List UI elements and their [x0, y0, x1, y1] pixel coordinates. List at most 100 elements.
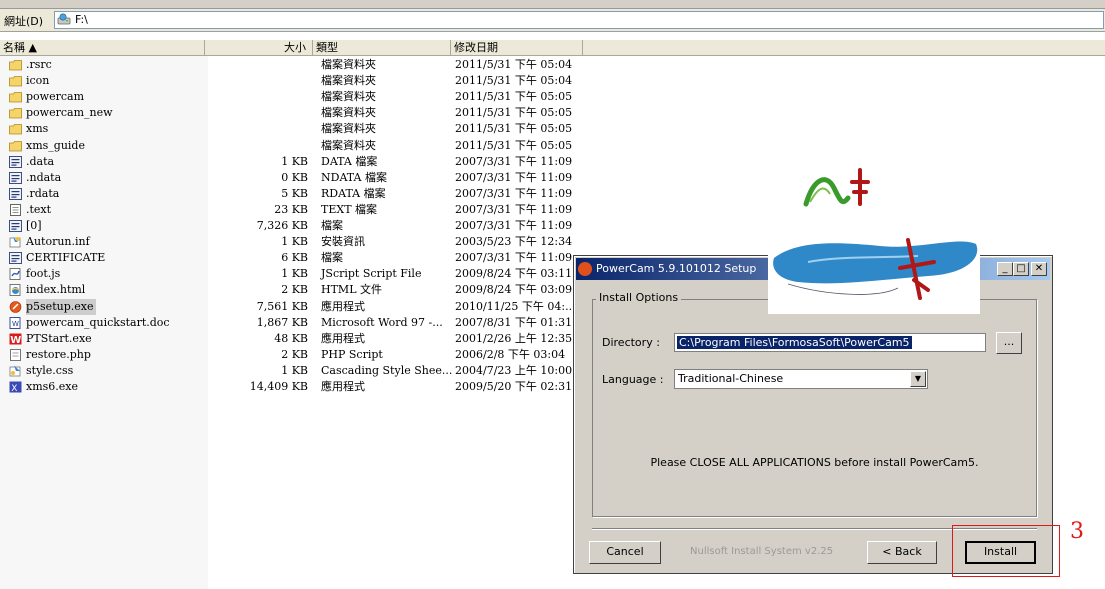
- install-options-group: [592, 299, 1037, 517]
- file-row[interactable]: powercam 檔案資料夾 2011/5/31 下午 05:05: [0, 89, 600, 105]
- file-row[interactable]: p5setup.exe 7,561 KB 應用程式 2010/11/25 下午 04:…: [0, 298, 600, 315]
- folder-icon: [9, 107, 22, 119]
- file-type: 檔案資料夾: [321, 122, 376, 136]
- directory-input[interactable]: C:\Program Files\FormosaSoft\PowerCam5: [674, 333, 986, 352]
- column-header-date[interactable]: 修改日期: [451, 40, 583, 56]
- file-type: Microsoft Word 97 -...: [321, 315, 443, 329]
- file-type: HTML 文件: [321, 283, 382, 297]
- file-date: 2007/3/31 下午 11:09: [455, 186, 573, 200]
- file-type: 應用程式: [321, 331, 365, 345]
- file-date: 2009/8/24 下午 03:11: [455, 267, 573, 281]
- dropdown-arrow-icon[interactable]: ▼: [910, 371, 926, 387]
- file-row[interactable]: .ndata 0 KB NDATA 檔案 2007/3/31 下午 11:09: [0, 170, 600, 186]
- file-row[interactable]: CERTIFICATE 6 KB 檔案 2007/3/31 下午 11:09: [0, 250, 600, 266]
- file-type: 檔案資料夾: [321, 106, 376, 120]
- file-date: 2010/11/25 下午 04:..: [455, 299, 573, 313]
- file-name: index.html: [26, 283, 86, 297]
- file-size: 23 KB: [274, 202, 308, 216]
- data-file-icon: [9, 155, 22, 168]
- folder-icon: [9, 123, 22, 135]
- file-type: 檔案資料夾: [321, 138, 376, 152]
- directory-value: C:\Program Files\FormosaSoft\PowerCam5: [677, 336, 912, 349]
- file-row[interactable]: .text 23 KB TEXT 檔案 2007/3/31 下午 11:09: [0, 202, 600, 218]
- file-row[interactable]: Wpowercam_quickstart.doc 1,867 KB Microsof…: [0, 315, 600, 331]
- nullsoft-branding: Nullsoft Install System v2.25: [690, 546, 834, 557]
- file-name: xms_guide: [26, 138, 85, 152]
- data-file-icon: [9, 220, 22, 232]
- file-date: 2007/8/31 下午 01:31: [455, 315, 573, 329]
- minimize-icon[interactable]: _: [997, 262, 1013, 276]
- column-header-name[interactable]: 名稱 ▲: [0, 40, 205, 56]
- address-field[interactable]: F:\: [54, 11, 1104, 29]
- browse-button[interactable]: ...: [996, 332, 1022, 354]
- file-name: PTStart.exe: [26, 331, 92, 345]
- file-name: xms: [26, 122, 49, 136]
- svg-text:W: W: [12, 320, 19, 328]
- back-button[interactable]: < Back: [867, 541, 937, 564]
- file-size: 5 KB: [281, 186, 308, 200]
- file-date: 2011/5/31 下午 05:05: [455, 106, 573, 120]
- folder-icon: [9, 59, 22, 71]
- file-type: DATA 檔案: [321, 154, 378, 168]
- file-row[interactable]: [0] 7,326 KB 檔案 2007/3/31 下午 11:09: [0, 218, 600, 234]
- file-type: 安裝資訊: [321, 235, 365, 249]
- file-row[interactable]: .data 1 KB DATA 檔案 2007/3/31 下午 11:09: [0, 154, 600, 170]
- maximize-icon[interactable]: □: [1013, 262, 1029, 276]
- language-select[interactable]: Traditional-Chinese ▼: [674, 369, 928, 389]
- file-date: 2011/5/31 下午 05:04: [455, 58, 573, 71]
- file-size: 6 KB: [281, 251, 308, 265]
- file-type: Cascading Style Shee...: [321, 363, 453, 377]
- folder-icon: [9, 75, 22, 87]
- file-date: 2011/5/31 下午 05:05: [455, 90, 573, 104]
- file-row[interactable]: foot.js 1 KB JScript Script File 2009/8/24 …: [0, 266, 600, 282]
- file-date: 2011/5/31 下午 05:05: [455, 122, 573, 136]
- annotation-highlight-box: [952, 525, 1060, 577]
- html-file-icon: [9, 284, 22, 297]
- file-row[interactable]: .rdata 5 KB RDATA 檔案 2007/3/31 下午 11:09: [0, 186, 600, 202]
- file-size: 14,409 KB: [249, 380, 308, 393]
- column-header-type[interactable]: 類型: [313, 40, 451, 56]
- svg-text:X: X: [11, 384, 17, 393]
- file-row[interactable]: Autorun.inf 1 KB 安裝資訊 2003/5/23 下午 12:34: [0, 234, 600, 250]
- file-date: 2007/3/31 下午 11:09: [455, 219, 573, 232]
- file-row[interactable]: style.css 1 KB Cascading Style Shee... 2004…: [0, 363, 600, 379]
- file-size: 2 KB: [281, 283, 308, 297]
- file-row[interactable]: xms 檔案資料夾 2011/5/31 下午 05:05: [0, 121, 600, 137]
- file-row[interactable]: Xxms6.exe 14,409 KB 應用程式 2009/5/20 下午 02:31: [0, 379, 600, 395]
- file-date: 2001/2/26 上午 12:35: [455, 331, 573, 345]
- file-row[interactable]: W PTStart.exe 48 KB 應用程式 2001/2/26 上午 12:35: [0, 331, 600, 347]
- file-row[interactable]: restore.php 2 KB PHP Script 2006/2/8 下午 03:…: [0, 347, 600, 363]
- file-date: 2003/5/23 下午 12:34: [455, 235, 573, 249]
- drive-icon: [57, 13, 71, 25]
- file-type: 應用程式: [321, 299, 365, 313]
- close-icon[interactable]: ✕: [1031, 262, 1047, 276]
- file-name: style.css: [26, 363, 74, 377]
- directory-label: Directory :: [602, 336, 660, 349]
- file-size: 48 KB: [274, 331, 308, 345]
- file-date: 2007/3/31 下午 11:09: [455, 154, 573, 168]
- install-options-label: Install Options: [596, 291, 682, 304]
- file-name: xms6.exe: [26, 380, 78, 393]
- file-row[interactable]: index.html 2 KB HTML 文件 2009/8/24 下午 03:09: [0, 282, 600, 298]
- file-row[interactable]: powercam_new 檔案資料夾 2011/5/31 下午 05:05: [0, 105, 600, 121]
- file-name: .text: [26, 202, 52, 216]
- css-file-icon: [9, 365, 22, 377]
- close-apps-note: Please CLOSE ALL APPLICATIONS before ins…: [650, 456, 979, 469]
- file-size: 1 KB: [281, 363, 308, 377]
- column-header-size[interactable]: 大小: [205, 40, 313, 56]
- file-type: 應用程式: [321, 380, 365, 393]
- cancel-button[interactable]: Cancel: [589, 541, 661, 564]
- data-file-icon: [9, 171, 22, 184]
- file-name: icon: [26, 74, 50, 88]
- file-row[interactable]: xms_guide 檔案資料夾 2011/5/31 下午 05:05: [0, 138, 600, 154]
- file-type: TEXT 檔案: [321, 202, 378, 216]
- file-name: p5setup.exe: [26, 298, 97, 315]
- file-size: 1 KB: [281, 154, 308, 168]
- address-path: F:\: [75, 13, 88, 26]
- file-row[interactable]: .rsrc 檔案資料夾 2011/5/31 下午 05:04: [0, 57, 600, 73]
- file-type: RDATA 檔案: [321, 186, 386, 200]
- file-date: 2011/5/31 下午 05:04: [455, 74, 573, 88]
- folder-icon: [9, 91, 22, 103]
- file-row[interactable]: icon 檔案資料夾 2011/5/31 下午 05:04: [0, 73, 600, 89]
- w-exe-icon: W: [9, 333, 22, 346]
